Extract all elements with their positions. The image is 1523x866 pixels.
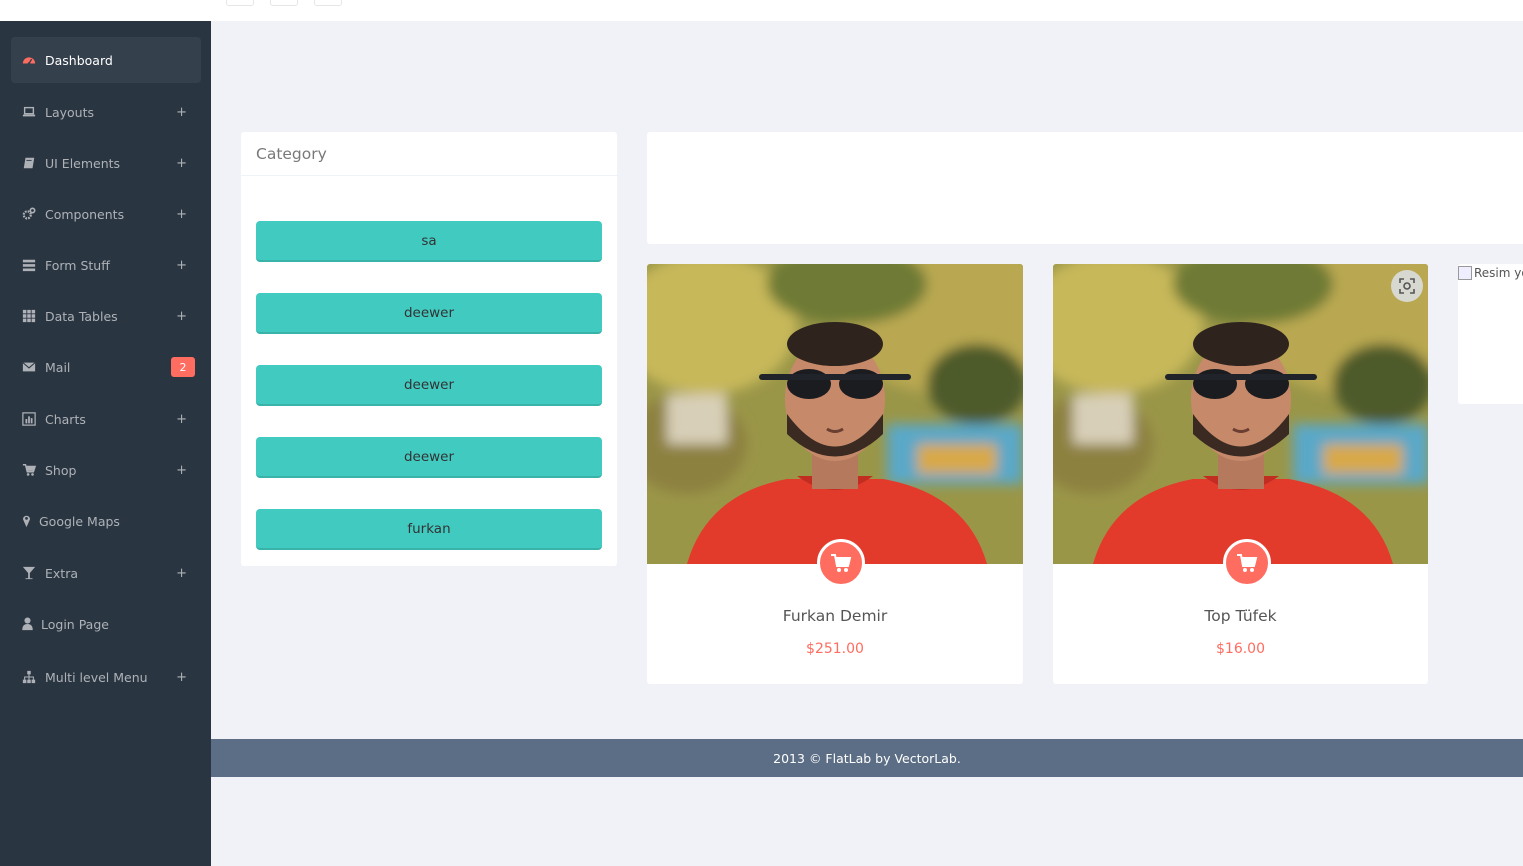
dashboard-icon <box>21 52 37 68</box>
broken-image-alt-text: Resim yo <box>1474 266 1523 280</box>
sidebar-item-data-tables[interactable]: Data Tables + <box>11 293 201 339</box>
book-icon <box>21 155 37 171</box>
category-button[interactable]: sa <box>256 221 602 262</box>
category-button[interactable]: deewer <box>256 365 602 406</box>
sidebar-item-dashboard[interactable]: Dashboard <box>11 37 201 83</box>
add-to-cart-button[interactable] <box>1223 539 1271 587</box>
expand-icon: + <box>176 462 187 478</box>
category-button[interactable]: furkan <box>256 509 602 550</box>
sidebar-item-label: Extra <box>45 565 78 581</box>
expand-icon: + <box>176 308 187 324</box>
footer-copyright: 2013 © FlatLab by VectorLab. <box>773 750 961 766</box>
sidebar-item-label: Components <box>45 206 125 222</box>
category-button[interactable]: deewer <box>256 437 602 478</box>
category-title: Category <box>241 132 617 176</box>
product-name[interactable]: Furkan Demir <box>647 607 1023 625</box>
user-icon <box>21 616 33 632</box>
broken-image: Resim yo <box>1458 266 1523 280</box>
expand-icon: + <box>176 155 187 171</box>
category-button[interactable]: deewer <box>256 293 602 334</box>
expand-icon: + <box>176 411 187 427</box>
sidebar: Dashboard Layouts + UI Elements + Compon… <box>0 21 211 866</box>
sidebar-item-mail[interactable]: Mail 2 <box>11 344 201 390</box>
product-card[interactable]: Furkan Demir $251.00 <box>647 264 1023 684</box>
sidebar-item-label: UI Elements <box>45 155 121 171</box>
sidebar-item-label: Data Tables <box>45 308 118 324</box>
expand-icon: + <box>176 104 187 120</box>
mail-count-badge: 2 <box>171 357 195 377</box>
product-name[interactable]: Top Tüfek <box>1053 607 1428 625</box>
sidebar-item-layouts[interactable]: Layouts + <box>11 89 201 135</box>
footer: 2013 © FlatLab by VectorLab. <box>211 739 1523 777</box>
shopping-cart-icon <box>21 462 37 478</box>
expand-icon: + <box>176 257 187 273</box>
expand-icon: + <box>176 206 187 222</box>
sidebar-item-label: Form Stuff <box>45 257 110 273</box>
sidebar-item-label: Multi level Menu <box>45 669 148 685</box>
sidebar-item-label: Dashboard <box>45 52 113 68</box>
cogs-icon <box>21 206 37 222</box>
sidebar-item-multi-level-menu[interactable]: Multi level Menu + <box>11 654 201 700</box>
header-button[interactable] <box>270 0 298 6</box>
header-button[interactable] <box>226 0 254 6</box>
header-button[interactable] <box>314 0 342 6</box>
envelope-icon <box>21 359 37 375</box>
shopping-cart-icon <box>1237 554 1258 572</box>
sidebar-item-label: Login Page <box>41 616 109 632</box>
sitemap-icon <box>21 669 37 685</box>
product-photo <box>1053 264 1428 564</box>
visual-search-icon[interactable] <box>1391 270 1423 302</box>
sidebar-item-label: Mail <box>45 359 71 375</box>
bar-chart-icon <box>21 411 37 427</box>
shopping-cart-icon <box>831 554 852 572</box>
product-price: $16.00 <box>1216 641 1265 657</box>
broken-image-icon <box>1458 266 1472 280</box>
map-marker-icon <box>21 513 31 529</box>
sidebar-item-label: Shop <box>45 462 77 478</box>
sidebar-item-google-maps[interactable]: Google Maps <box>11 498 201 544</box>
expand-icon: + <box>176 565 187 581</box>
expand-icon: + <box>176 669 187 685</box>
sidebar-item-charts[interactable]: Charts + <box>11 396 201 442</box>
glass-icon <box>21 565 37 581</box>
sidebar-item-label: Layouts <box>45 104 95 120</box>
sidebar-item-login-page[interactable]: Login Page <box>11 601 201 647</box>
sidebar-item-label: Google Maps <box>39 513 120 529</box>
product-price: $251.00 <box>806 641 864 657</box>
sidebar-item-form-stuff[interactable]: Form Stuff + <box>11 242 201 288</box>
tasks-icon <box>21 257 37 273</box>
top-header <box>0 0 1523 21</box>
sidebar-item-extra[interactable]: Extra + <box>11 550 201 596</box>
product-card[interactable]: Resim yo <box>1458 264 1523 404</box>
sidebar-item-label: Charts <box>45 411 86 427</box>
sidebar-item-ui-elements[interactable]: UI Elements + <box>11 140 201 186</box>
product-card[interactable]: Top Tüfek $16.00 <box>1053 264 1428 684</box>
add-to-cart-button[interactable] <box>817 539 865 587</box>
laptop-icon <box>21 104 37 120</box>
content-header-panel <box>647 132 1523 244</box>
sidebar-item-shop[interactable]: Shop + <box>11 447 201 493</box>
grid-icon <box>21 308 37 324</box>
product-photo <box>647 264 1023 564</box>
category-panel: Category sa deewer deewer deewer furkan <box>241 132 617 566</box>
sidebar-item-components[interactable]: Components + <box>11 191 201 237</box>
